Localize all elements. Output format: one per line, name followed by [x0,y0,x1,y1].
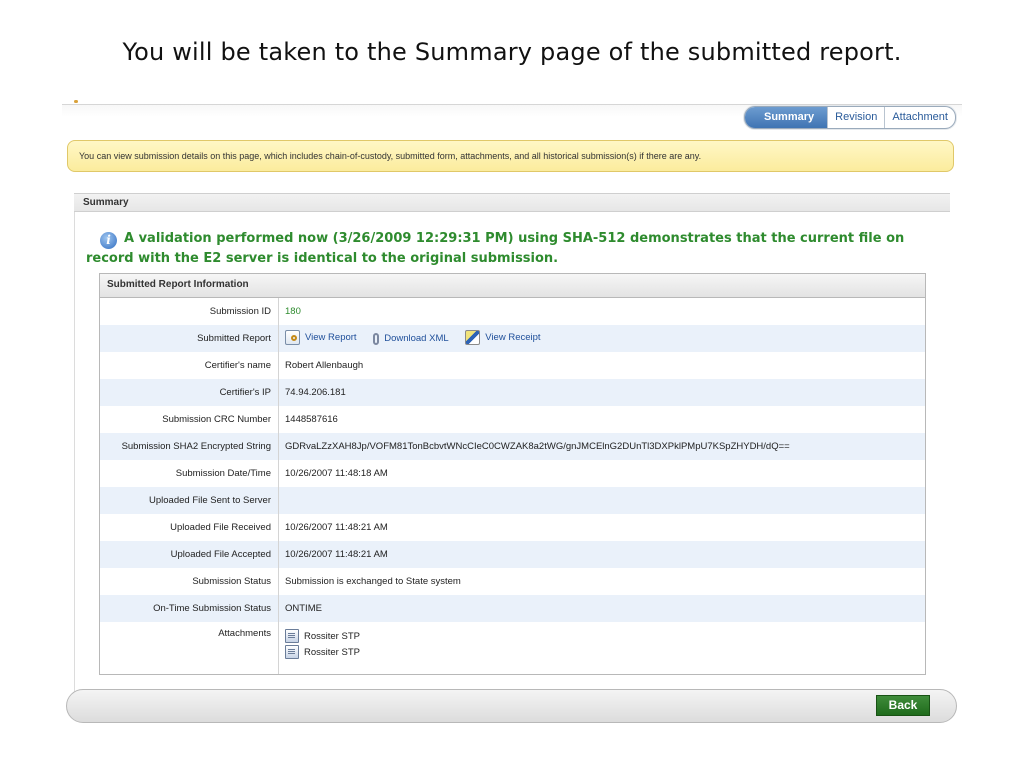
table-row: Submitted Report View Report Download XM… [100,325,925,352]
submitted-report-links: View Report Download XML View Receipt [278,325,925,352]
row-label: Uploaded File Sent to Server [100,487,279,514]
slide-caption: You will be taken to the Summary page of… [122,38,902,66]
table-row: Uploaded File Sent to Server [100,487,925,514]
table-row: Uploaded File Received 10/26/2007 11:48:… [100,514,925,541]
row-label: Submission Date/Time [100,460,279,487]
tab-bar: Summary Revision Attachment [744,106,956,129]
row-label: On-Time Submission Status [100,595,279,622]
paperclip-icon [373,332,380,345]
view-report-link[interactable]: View Report [285,329,357,345]
table-row: Submission ID 180 [100,298,925,325]
attachment-label[interactable]: Rossiter STP [304,631,360,642]
row-value: 10/26/2007 11:48:18 AM [285,468,388,479]
back-button[interactable]: Back [876,695,930,716]
row-value: 1448587616 [285,414,338,425]
orange-dot [74,100,78,103]
attachments-list: Rossiter STP Rossiter STP [279,622,926,674]
document-icon [285,645,299,659]
attachment-link[interactable]: Rossiter STP [285,628,919,644]
view-receipt-label[interactable]: View Receipt [485,332,540,343]
row-value: 74.94.206.181 [278,379,925,406]
row-label: Uploaded File Accepted [100,541,279,568]
view-receipt-link[interactable]: View Receipt [465,329,541,345]
row-label: Attachments [100,622,279,674]
submission-id-value: 180 [285,306,301,317]
row-label: Submitted Report [100,325,279,352]
download-xml-label[interactable]: Download XML [384,333,448,344]
table-row: On-Time Submission Status ONTIME [100,595,925,622]
view-report-label[interactable]: View Report [305,332,357,343]
row-value [278,487,925,514]
receipt-edit-icon [465,329,481,345]
attachment-label[interactable]: Rossiter STP [304,647,360,658]
tab-attachment[interactable]: Attachment [884,107,955,128]
row-value: 10/26/2007 11:48:21 AM [278,541,925,568]
row-value: ONTIME [278,595,925,622]
view-report-icon [285,329,300,345]
table-row: Submission Status Submission is exchange… [100,568,925,595]
table-row: Uploaded File Accepted 10/26/2007 11:48:… [100,541,925,568]
row-value: Submission is exchanged to State system [285,576,461,587]
table-row: Submission CRC Number 1448587616 [100,406,925,433]
validation-message: iA validation performed now (3/26/2009 1… [86,229,926,269]
document-icon [285,629,299,643]
row-label: Submission CRC Number [100,406,279,433]
report-info-table: Submission ID 180 Submitted Report View … [100,298,925,674]
tab-summary[interactable]: Summary [745,107,828,128]
summary-panel-title: Summary [74,193,950,212]
submitted-report-table: Submitted Report Information Submission … [99,273,926,675]
info-notice: You can view submission details on this … [67,140,954,172]
row-label: Submission ID [100,298,279,325]
bottom-action-bar [66,689,957,723]
table-row: Submission Date/Time 10/26/2007 11:48:18… [100,460,925,487]
info-icon: i [100,232,117,249]
row-label: Certifier's name [100,352,279,379]
tab-revision[interactable]: Revision [827,107,884,128]
row-value: 10/26/2007 11:48:21 AM [285,522,388,533]
attachment-link[interactable]: Rossiter STP [285,644,919,660]
validation-text: A validation performed now (3/26/2009 12… [86,231,905,266]
table-row: Submission SHA2 Encrypted String GDRvaLZ… [100,433,925,460]
row-value: GDRvaLZzXAH8Jp/VOFM81TonBcbvtWNcCIeC0CWZ… [278,433,925,460]
row-label: Submission Status [100,568,279,595]
row-label: Uploaded File Received [100,514,279,541]
report-table-title: Submitted Report Information [100,274,925,298]
download-xml-link[interactable]: Download XML [373,332,449,345]
table-row: Certifier's name Robert Allenbaugh [100,352,925,379]
table-row: Attachments Rossiter STP Rossiter STP [100,622,925,674]
row-label: Certifier's IP [100,379,279,406]
row-label: Submission SHA2 Encrypted String [100,433,279,460]
row-value: Robert Allenbaugh [285,360,364,371]
table-row: Certifier's IP 74.94.206.181 [100,379,925,406]
